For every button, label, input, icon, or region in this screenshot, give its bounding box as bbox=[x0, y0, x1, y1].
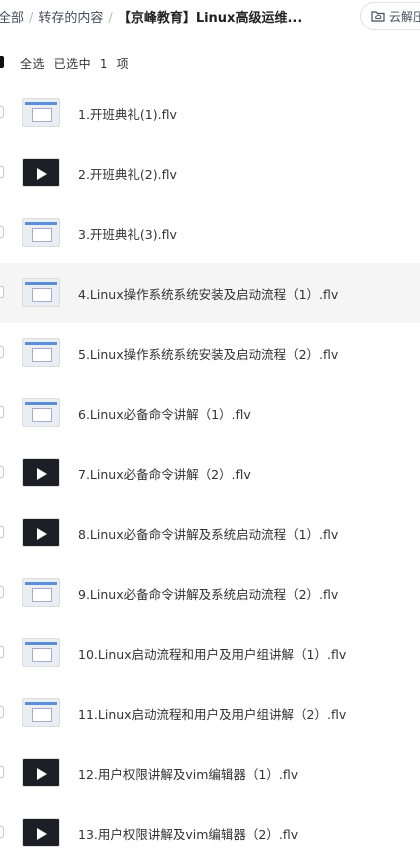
row-checkbox[interactable] bbox=[0, 706, 4, 718]
thumbnail-window bbox=[32, 708, 52, 722]
thumbnail-window bbox=[32, 288, 52, 302]
folder-cloud-icon bbox=[371, 11, 385, 22]
breadcrumb-separator: / bbox=[108, 11, 113, 26]
selected-unit: 项 bbox=[116, 57, 130, 71]
row-checkbox[interactable] bbox=[0, 766, 4, 778]
row-checkbox[interactable] bbox=[0, 826, 4, 838]
video-thumbnail[interactable] bbox=[22, 98, 60, 127]
thumbnail-window bbox=[32, 648, 52, 662]
play-icon bbox=[37, 168, 47, 180]
thumbnail-window bbox=[32, 348, 52, 362]
file-name[interactable]: 12.用户权限讲解及vim编辑器（1）.flv bbox=[78, 764, 298, 783]
file-name[interactable]: 3.开班典礼(3).flv bbox=[78, 224, 177, 243]
breadcrumb-parent[interactable]: 转存的内容 bbox=[38, 11, 103, 26]
video-thumbnail[interactable] bbox=[22, 698, 60, 727]
play-icon bbox=[37, 768, 47, 780]
thumbnail-bar bbox=[25, 222, 57, 225]
video-thumbnail[interactable] bbox=[22, 218, 60, 247]
breadcrumb-current: 【京峰教育】Linux高级运维... bbox=[117, 11, 303, 26]
file-row[interactable]: 8.Linux必备命令讲解及系统启动流程（1）.flv bbox=[0, 503, 420, 563]
file-row[interactable]: 10.Linux启动流程和用户及用户组讲解（1）.flv bbox=[0, 623, 420, 683]
file-row[interactable]: 11.Linux启动流程和用户及用户组讲解（2）.flv bbox=[0, 683, 420, 743]
selection-bar: 全选 已选中 1 项 bbox=[0, 50, 420, 76]
file-row[interactable]: 5.Linux操作系统系统安装及启动流程（2）.flv bbox=[0, 323, 420, 383]
file-row[interactable]: 7.Linux必备命令讲解（2）.flv bbox=[0, 443, 420, 503]
file-row[interactable]: 4.Linux操作系统系统安装及启动流程（1）.flv bbox=[0, 263, 420, 323]
file-name[interactable]: 2.开班典礼(2).flv bbox=[78, 164, 177, 183]
thumbnail-bar bbox=[25, 282, 57, 285]
file-row[interactable]: 13.用户权限讲解及vim编辑器（2）.flv bbox=[0, 803, 420, 863]
file-list: 1.开班典礼(1).flv 2.开班典礼(2).flv 3.开班典礼(3).flv 4… bbox=[0, 83, 420, 863]
file-name[interactable]: 13.用户权限讲解及vim编辑器（2）.flv bbox=[78, 824, 298, 843]
select-all-label[interactable]: 全选 bbox=[20, 57, 45, 71]
thumbnail-bar bbox=[25, 702, 57, 705]
video-thumbnail[interactable] bbox=[22, 158, 60, 187]
file-name[interactable]: 4.Linux操作系统系统安装及启动流程（1）.flv bbox=[78, 284, 338, 303]
video-thumbnail[interactable] bbox=[22, 278, 60, 307]
selected-count: 1 bbox=[99, 57, 108, 71]
file-name[interactable]: 11.Linux启动流程和用户及用户组讲解（2）.flv bbox=[78, 704, 346, 723]
video-thumbnail[interactable] bbox=[22, 398, 60, 427]
file-row[interactable]: 2.开班典礼(2).flv bbox=[0, 143, 420, 203]
video-thumbnail[interactable] bbox=[22, 518, 60, 547]
thumbnail-bar bbox=[25, 402, 57, 405]
file-name[interactable]: 5.Linux操作系统系统安装及启动流程（2）.flv bbox=[78, 344, 338, 363]
row-checkbox[interactable] bbox=[0, 166, 4, 178]
video-thumbnail[interactable] bbox=[22, 578, 60, 607]
row-checkbox[interactable] bbox=[0, 286, 4, 298]
play-icon bbox=[37, 828, 47, 840]
video-thumbnail[interactable] bbox=[22, 758, 60, 787]
video-thumbnail[interactable] bbox=[22, 458, 60, 487]
thumbnail-bar bbox=[25, 342, 57, 345]
row-checkbox[interactable] bbox=[0, 526, 4, 538]
file-row[interactable]: 6.Linux必备命令讲解（1）.flv bbox=[0, 383, 420, 443]
row-checkbox[interactable] bbox=[0, 346, 4, 358]
file-row[interactable]: 1.开班典礼(1).flv bbox=[0, 83, 420, 143]
video-thumbnail[interactable] bbox=[22, 818, 60, 847]
file-row[interactable]: 9.Linux必备命令讲解及系统启动流程（2）.flv bbox=[0, 563, 420, 623]
video-thumbnail[interactable] bbox=[22, 638, 60, 667]
file-name[interactable]: 7.Linux必备命令讲解（2）.flv bbox=[78, 464, 251, 483]
thumbnail-bar bbox=[25, 582, 57, 585]
thumbnail-window bbox=[32, 588, 52, 602]
thumbnail-window bbox=[32, 108, 52, 122]
row-checkbox[interactable] bbox=[0, 466, 4, 478]
selection-text: 全选 已选中 1 项 bbox=[20, 55, 129, 72]
thumbnail-bar bbox=[25, 642, 57, 645]
row-checkbox[interactable] bbox=[0, 106, 4, 118]
cloud-extract-button[interactable]: 云解压 bbox=[360, 2, 420, 30]
video-thumbnail[interactable] bbox=[22, 338, 60, 367]
file-row[interactable]: 3.开班典礼(3).flv bbox=[0, 203, 420, 263]
select-all-checkbox[interactable] bbox=[0, 56, 4, 68]
thumbnail-window bbox=[32, 228, 52, 242]
file-row[interactable]: 12.用户权限讲解及vim编辑器（1）.flv bbox=[0, 743, 420, 803]
row-checkbox[interactable] bbox=[0, 646, 4, 658]
file-name[interactable]: 10.Linux启动流程和用户及用户组讲解（1）.flv bbox=[78, 644, 346, 663]
selected-prefix: 已选中 bbox=[53, 57, 92, 71]
file-name[interactable]: 6.Linux必备命令讲解（1）.flv bbox=[78, 404, 251, 423]
file-name[interactable]: 8.Linux必备命令讲解及系统启动流程（1）.flv bbox=[78, 524, 338, 543]
thumbnail-window bbox=[32, 408, 52, 422]
thumbnail-bar bbox=[25, 102, 57, 105]
row-checkbox[interactable] bbox=[0, 586, 4, 598]
row-checkbox[interactable] bbox=[0, 226, 4, 238]
breadcrumb: 全部 / 转存的内容 / 【京峰教育】Linux高级运维... bbox=[0, 7, 302, 26]
row-checkbox[interactable] bbox=[0, 406, 4, 418]
breadcrumb-separator: / bbox=[29, 11, 34, 26]
file-name[interactable]: 1.开班典礼(1).flv bbox=[78, 104, 177, 123]
file-name[interactable]: 9.Linux必备命令讲解及系统启动流程（2）.flv bbox=[78, 584, 338, 603]
play-icon bbox=[37, 528, 47, 540]
top-bar: 全部 / 转存的内容 / 【京峰教育】Linux高级运维... 云解压 bbox=[0, 0, 420, 32]
play-icon bbox=[37, 468, 47, 480]
cloud-extract-label: 云解压 bbox=[389, 9, 420, 24]
breadcrumb-root[interactable]: 全部 bbox=[0, 11, 24, 26]
